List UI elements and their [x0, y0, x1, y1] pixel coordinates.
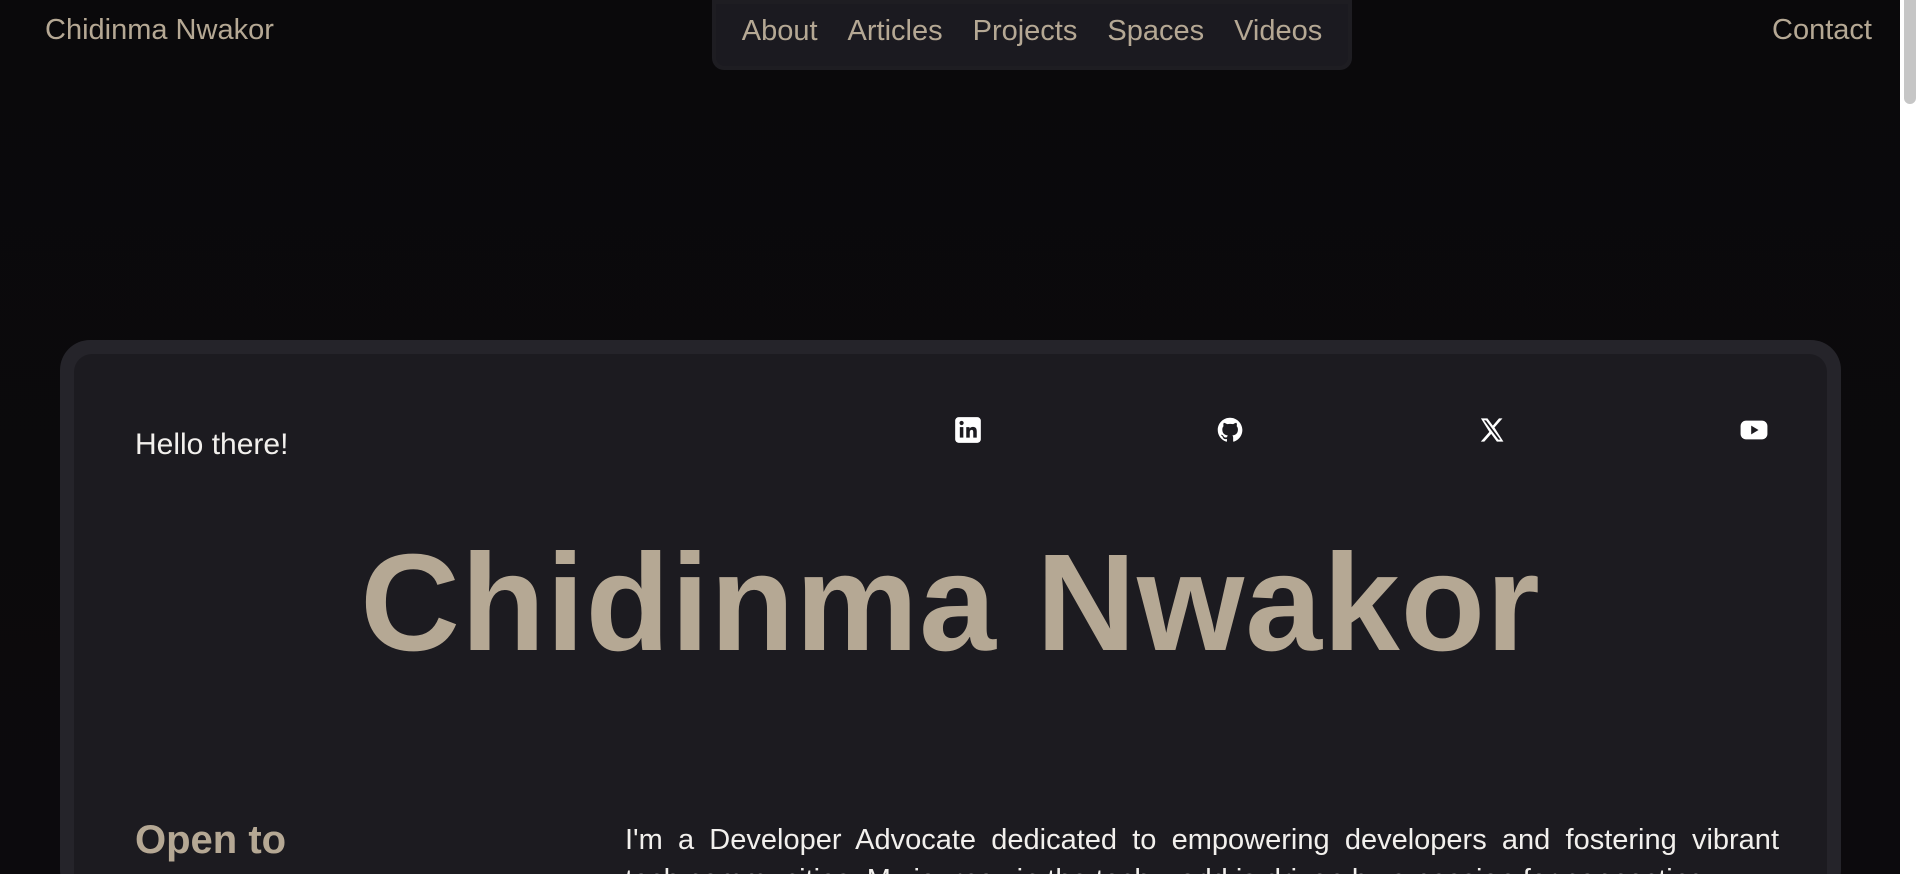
- nav-videos[interactable]: Videos: [1234, 15, 1322, 48]
- page-scrollbar[interactable]: [1900, 0, 1920, 874]
- hero-card-inner: Hello there! Chidinma Nwakor Open to I'm…: [74, 354, 1827, 874]
- nav-spaces[interactable]: Spaces: [1107, 15, 1204, 48]
- nav-articles[interactable]: Articles: [848, 15, 943, 48]
- brand-link[interactable]: Chidinma Nwakor: [45, 14, 274, 47]
- nav-projects[interactable]: Projects: [973, 15, 1078, 48]
- x-twitter-icon[interactable]: [1476, 414, 1508, 446]
- greeting-text: Hello there!: [135, 428, 289, 461]
- hero-card: Hello there! Chidinma Nwakor Open to I'm…: [60, 340, 1841, 874]
- nav-about[interactable]: About: [742, 15, 818, 48]
- github-icon[interactable]: [1214, 414, 1246, 446]
- open-to-heading: Open to: [135, 818, 287, 862]
- scrollbar-thumb[interactable]: [1904, 0, 1916, 104]
- youtube-icon[interactable]: [1738, 414, 1770, 446]
- github-icon-svg: [1217, 417, 1243, 442]
- x-twitter-icon-svg: [1480, 418, 1504, 442]
- contact-link[interactable]: Contact: [1772, 14, 1872, 47]
- bio-paragraph: I'm a Developer Advocate dedicated to em…: [625, 820, 1779, 874]
- bio-line-1: I'm a Developer Advocate dedicated to em…: [625, 824, 1779, 856]
- main-nav: About Articles Projects Spaces Videos: [712, 0, 1352, 70]
- main-nav-inner: About Articles Projects Spaces Videos: [716, 4, 1348, 66]
- youtube-icon-svg: [1740, 420, 1768, 440]
- linkedin-icon-svg: [955, 417, 981, 443]
- hero-name-heading: Chidinma Nwakor: [360, 526, 1541, 680]
- linkedin-icon[interactable]: [952, 414, 984, 446]
- bio-line-2: tech communities. My journey in the tech…: [625, 860, 1779, 874]
